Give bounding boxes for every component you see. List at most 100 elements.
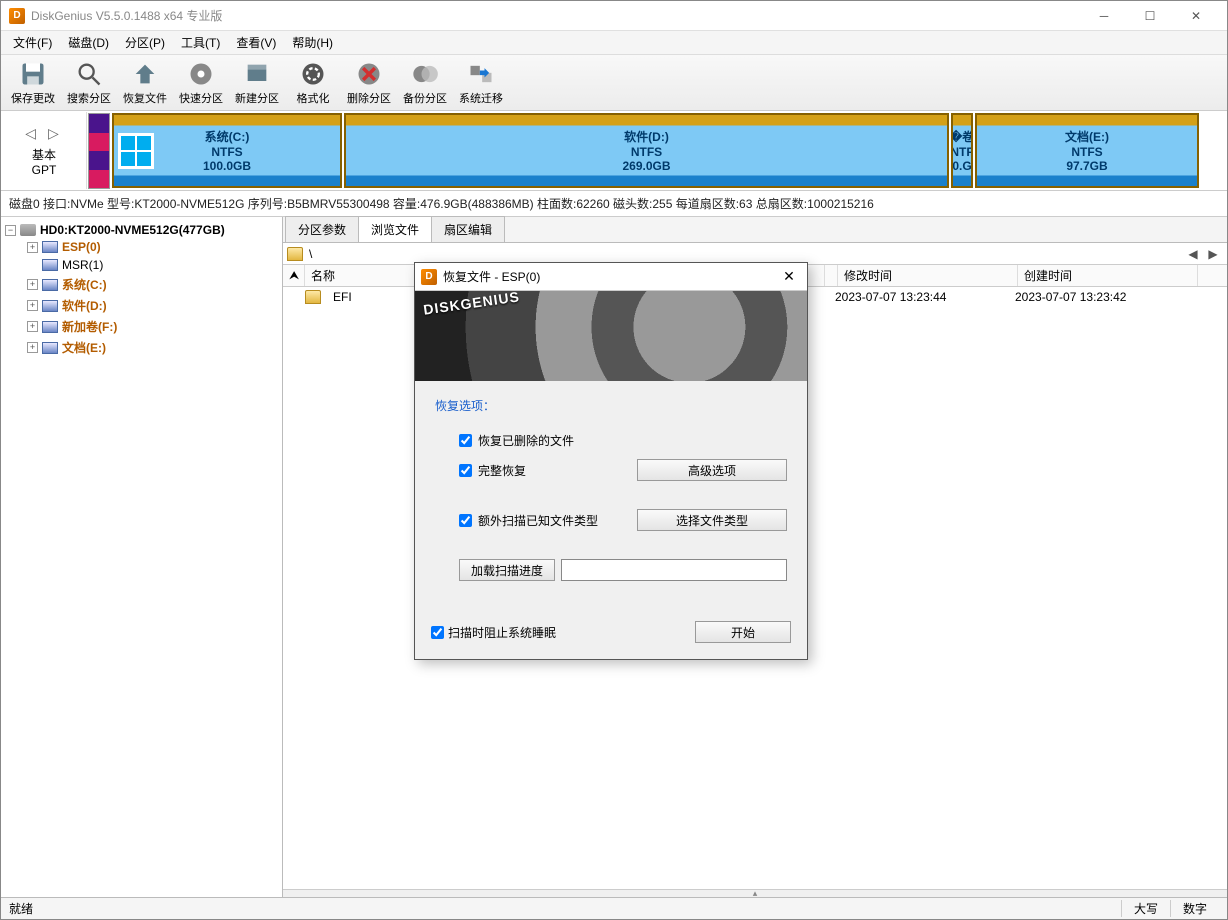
partition-icon bbox=[42, 259, 58, 271]
opt-extra-scan-label: 额外扫描已知文件类型 bbox=[478, 512, 598, 529]
partition-icon bbox=[42, 300, 58, 312]
maximize-button[interactable]: ☐ bbox=[1127, 1, 1173, 31]
partition-block[interactable]: 文档(E:)NTFS97.7GB bbox=[975, 113, 1199, 188]
expand-toggle[interactable]: + bbox=[27, 242, 38, 253]
opt-recover-deleted-label: 恢复已删除的文件 bbox=[478, 432, 574, 449]
load-progress-button[interactable]: 加载扫描进度 bbox=[459, 559, 555, 581]
tree-item[interactable]: 系统(C:) bbox=[62, 276, 107, 293]
status-caps: 大写 bbox=[1121, 900, 1170, 917]
load-progress-input[interactable] bbox=[561, 559, 787, 581]
disk-info: 磁盘0 接口:NVMe 型号:KT2000-NVME512G 序列号:B5BMR… bbox=[1, 191, 1227, 217]
partition-icon bbox=[42, 279, 58, 291]
search-partition-button[interactable]: 搜索分区 bbox=[61, 57, 117, 108]
app-icon: D bbox=[421, 269, 437, 285]
menu-磁盘d[interactable]: 磁盘(D) bbox=[60, 32, 117, 53]
tree-item[interactable]: ESP(0) bbox=[62, 240, 101, 254]
menu-文件f[interactable]: 文件(F) bbox=[5, 32, 60, 53]
dialog-titlebar[interactable]: D 恢复文件 - ESP(0) ✕ bbox=[415, 263, 807, 291]
opt-prevent-sleep-checkbox[interactable] bbox=[431, 626, 444, 639]
opt-recover-deleted-checkbox[interactable] bbox=[459, 434, 472, 447]
system-migrate-button[interactable]: 系统迁移 bbox=[453, 57, 509, 108]
titlebar: D DiskGenius V5.5.0.1488 x64 专业版 ─ ☐ ✕ bbox=[1, 1, 1227, 31]
recover-files-icon bbox=[131, 60, 159, 88]
format-button[interactable]: 格式化 bbox=[285, 57, 341, 108]
opt-prevent-sleep-label: 扫描时阻止系统睡眠 bbox=[448, 624, 556, 641]
diskmap-nav-arrows[interactable]: ◁ ▷ bbox=[25, 125, 62, 142]
dialog-hero-text: DISKGENIUS bbox=[422, 288, 520, 317]
dialog-close-button[interactable]: ✕ bbox=[777, 268, 801, 285]
partition-icon bbox=[42, 342, 58, 354]
folder-icon bbox=[305, 290, 321, 304]
partition-block[interactable]: �卷NTF0.G bbox=[951, 113, 973, 188]
tab-1[interactable]: 浏览文件 bbox=[358, 216, 432, 242]
expand-toggle[interactable]: + bbox=[27, 279, 38, 290]
tab-0[interactable]: 分区参数 bbox=[285, 216, 359, 242]
save-changes-icon bbox=[19, 60, 47, 88]
menubar: 文件(F)磁盘(D)分区(P)工具(T)查看(V)帮助(H) bbox=[1, 31, 1227, 55]
tree-item[interactable]: 软件(D:) bbox=[62, 297, 107, 314]
status-num: 数字 bbox=[1170, 900, 1219, 917]
close-button[interactable]: ✕ bbox=[1173, 1, 1219, 31]
menu-分区p[interactable]: 分区(P) bbox=[117, 32, 173, 53]
opt-extra-scan-checkbox[interactable] bbox=[459, 514, 472, 527]
status-text: 就绪 bbox=[9, 900, 33, 917]
menu-工具t[interactable]: 工具(T) bbox=[173, 32, 228, 53]
column-header[interactable]: 创建时间 bbox=[1018, 265, 1198, 286]
minimize-button[interactable]: ─ bbox=[1081, 1, 1127, 31]
new-partition-icon bbox=[243, 60, 271, 88]
disk-start-stripes bbox=[88, 113, 110, 189]
folder-icon bbox=[287, 247, 303, 261]
column-header[interactable]: 修改时间 bbox=[838, 265, 1018, 286]
quick-partition-icon bbox=[187, 60, 215, 88]
tree-item[interactable]: 文档(E:) bbox=[62, 339, 106, 356]
tree-item[interactable]: MSR(1) bbox=[62, 258, 103, 272]
menu-帮助h[interactable]: 帮助(H) bbox=[284, 32, 341, 53]
tabs: 分区参数浏览文件扇区编辑 bbox=[283, 217, 1227, 243]
path-forward-button[interactable]: ▶ bbox=[1203, 247, 1223, 261]
up-folder-button[interactable]: ⮝ bbox=[283, 265, 305, 286]
system-migrate-icon bbox=[467, 60, 495, 88]
advanced-options-button[interactable]: 高级选项 bbox=[637, 459, 787, 481]
column-header[interactable] bbox=[825, 265, 838, 286]
new-partition-button[interactable]: 新建分区 bbox=[229, 57, 285, 108]
expand-toggle[interactable]: + bbox=[27, 342, 38, 353]
dialog-hero-image: DISKGENIUS bbox=[415, 291, 807, 381]
backup-partition-button[interactable]: 备份分区 bbox=[397, 57, 453, 108]
window-title: DiskGenius V5.5.0.1488 x64 专业版 bbox=[31, 7, 1081, 24]
menu-查看v[interactable]: 查看(V) bbox=[228, 32, 284, 53]
splitter[interactable]: ▴ bbox=[283, 889, 1227, 897]
opt-full-recover-checkbox[interactable] bbox=[459, 464, 472, 477]
expand-toggle[interactable]: + bbox=[27, 321, 38, 332]
partition-icon bbox=[42, 321, 58, 333]
tab-2[interactable]: 扇区编辑 bbox=[431, 216, 505, 242]
quick-partition-button[interactable]: 快速分区 bbox=[173, 57, 229, 108]
backup-partition-icon bbox=[411, 60, 439, 88]
toolbar: 保存更改搜索分区恢复文件快速分区新建分区格式化删除分区备份分区系统迁移 bbox=[1, 55, 1227, 111]
select-file-types-button[interactable]: 选择文件类型 bbox=[637, 509, 787, 531]
recover-dialog: D 恢复文件 - ESP(0) ✕ DISKGENIUS 恢复选项： 恢复已删除… bbox=[414, 262, 808, 660]
delete-partition-button[interactable]: 删除分区 bbox=[341, 57, 397, 108]
app-icon: D bbox=[9, 8, 25, 24]
recover-files-button[interactable]: 恢复文件 bbox=[117, 57, 173, 108]
dialog-section-title: 恢复选项： bbox=[435, 397, 787, 414]
disk-scheme-label: 基本 GPT bbox=[32, 146, 57, 177]
statusbar: 就绪 大写 数字 bbox=[1, 897, 1227, 919]
partition-block[interactable]: 系统(C:)NTFS100.0GB bbox=[112, 113, 342, 188]
partition-tree[interactable]: − HD0:KT2000-NVME512G(477GB) + ESP(0) MSR(… bbox=[1, 217, 283, 897]
expand-toggle[interactable]: + bbox=[27, 300, 38, 311]
disk-map: ◁ ▷ 基本 GPT 系统(C:)NTFS100.0GB软件(D:)NTFS26… bbox=[1, 111, 1227, 191]
expand-toggle[interactable]: − bbox=[5, 225, 16, 236]
start-button[interactable]: 开始 bbox=[695, 621, 791, 643]
tree-item[interactable]: 新加卷(F:) bbox=[62, 318, 117, 335]
windows-icon bbox=[118, 133, 154, 169]
dialog-title: 恢复文件 - ESP(0) bbox=[443, 268, 777, 285]
opt-full-recover-label: 完整恢复 bbox=[478, 462, 526, 479]
format-icon bbox=[299, 60, 327, 88]
partition-icon bbox=[42, 241, 58, 253]
tree-disk-label[interactable]: HD0:KT2000-NVME512G(477GB) bbox=[40, 223, 225, 237]
search-partition-icon bbox=[75, 60, 103, 88]
path-back-button[interactable]: ◀ bbox=[1183, 247, 1203, 261]
partition-block[interactable]: 软件(D:)NTFS269.0GB bbox=[344, 113, 949, 188]
disk-icon bbox=[20, 224, 36, 236]
save-changes-button[interactable]: 保存更改 bbox=[5, 57, 61, 108]
